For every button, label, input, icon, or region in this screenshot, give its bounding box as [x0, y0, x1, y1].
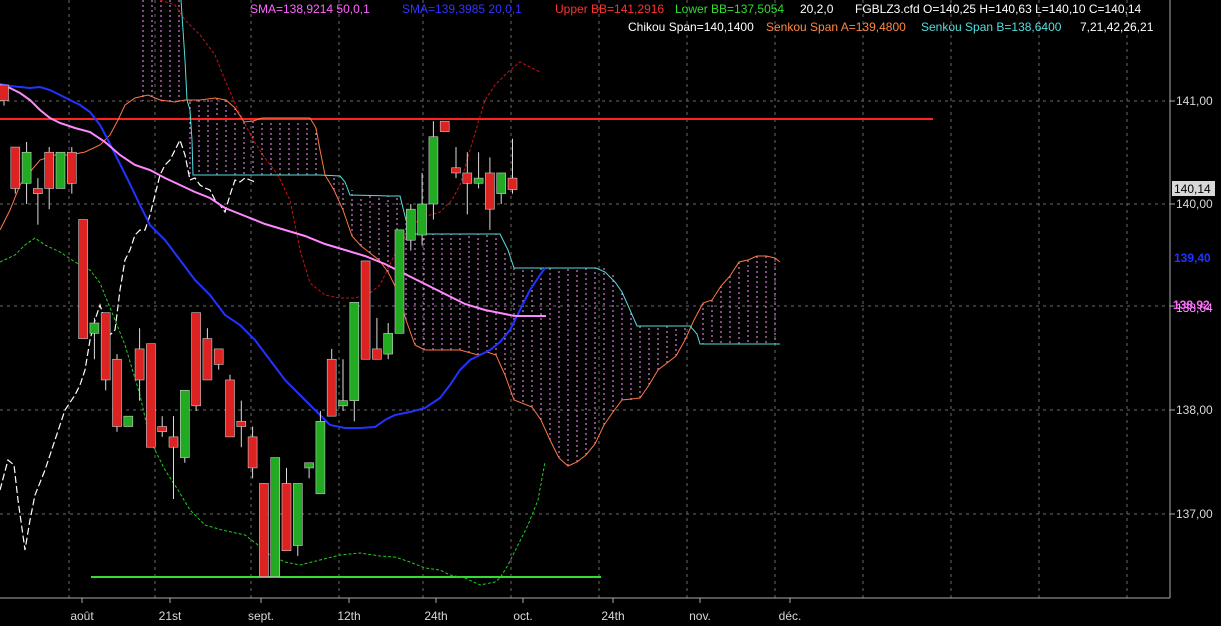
candle-down: [451, 167, 461, 174]
candle-down: [78, 219, 88, 339]
candle-up: [270, 457, 281, 577]
candles-layer: [0, 84, 518, 577]
x-tick-label: oct.: [513, 609, 532, 623]
candle-up: [417, 203, 427, 236]
y-tick-label: 140,00: [1176, 197, 1213, 211]
candle-down: [236, 421, 247, 427]
candle-down: [213, 348, 224, 365]
candle-down: [157, 426, 167, 432]
x-tick-label: 24th: [601, 609, 624, 623]
candle-up: [473, 177, 484, 184]
senkou-b-readout: Senkou Span B=138,6400: [921, 20, 1062, 34]
candle-up: [55, 151, 66, 189]
candle-down: [44, 151, 55, 189]
x-axis: août 21st sept. 12th 24th oct. 24th nov.…: [70, 598, 801, 623]
candle-down: [168, 436, 179, 448]
candle-down: [191, 312, 201, 407]
candle-up: [405, 208, 416, 241]
candle-down: [259, 483, 269, 577]
candle-up: [338, 400, 348, 407]
ichimoku-params-readout: 7,21,42,26,21: [1080, 20, 1154, 34]
candle-down: [462, 172, 473, 184]
upper-bb-readout: Upper BB=141,2916: [555, 2, 664, 16]
candle-up: [428, 136, 439, 205]
x-tick-label: sept.: [248, 609, 274, 623]
candle-down: [134, 348, 145, 381]
candle-down: [202, 338, 213, 381]
indicator-header: SMA=138,9214 50,0,1 SMA=139,3985 20,0,1 …: [250, 2, 1154, 34]
sma20-tag: 139,40: [1174, 251, 1211, 265]
candle-up: [394, 229, 405, 334]
x-tick-label: août: [70, 609, 94, 623]
candle-down: [485, 172, 495, 210]
candle-up: [292, 483, 303, 546]
candle-down: [247, 436, 258, 469]
candle-down: [372, 348, 382, 360]
x-tick-label: 12th: [337, 609, 360, 623]
candle-up: [123, 415, 134, 427]
candle-down: [33, 188, 43, 194]
bb-params-readout: 20,2,0: [800, 2, 834, 16]
x-tick-label: 24th: [424, 609, 447, 623]
x-tick-label: 21st: [159, 609, 182, 623]
grid-layer: [0, 0, 1170, 598]
y-tick-label: 138,00: [1176, 403, 1213, 417]
sma20-readout: SMA=139,3985 20,0,1: [402, 2, 522, 16]
chikou-readout: Chikou Span=140,1400: [628, 20, 754, 34]
candle-down: [100, 312, 111, 381]
candle-up: [304, 462, 314, 469]
candle-up: [89, 322, 100, 334]
sma50-readout: SMA=138,9214 50,0,1: [250, 2, 370, 16]
candle-down: [326, 358, 337, 417]
candle-down: [67, 151, 77, 184]
candle-up: [496, 172, 507, 194]
x-tick-label: déc.: [779, 609, 802, 623]
candle-up: [315, 421, 326, 495]
sma50-tag: 138,92: [1173, 298, 1210, 312]
y-tick-label: 141,00: [1176, 94, 1213, 108]
candle-down: [360, 260, 371, 360]
senkou-a-readout: Senkou Span A=139,4800: [766, 20, 906, 34]
instrument-ohlc-readout: FGBLZ3.cfd O=140,25 H=140,63 L=140,10 C=…: [855, 2, 1142, 16]
candle-down: [10, 146, 21, 189]
candle-down: [112, 358, 122, 427]
candle-up: [349, 302, 360, 401]
y-tick-label: 137,00: [1176, 507, 1213, 521]
lower-bb-readout: Lower BB=137,5054: [675, 2, 784, 16]
candle-down: [281, 483, 292, 552]
candle-up: [21, 151, 32, 184]
senkou-b-line: [180, 0, 780, 345]
candle-up: [383, 333, 394, 355]
x-tick-label: nov.: [689, 609, 711, 623]
kumo-cloud-fill: [142, 0, 776, 466]
candle-up: [180, 389, 190, 458]
candle-down: [225, 379, 235, 438]
candle-down: [439, 120, 450, 132]
candle-down: [146, 343, 156, 448]
last-close-tag: 140,14: [1174, 182, 1211, 196]
candle-down: [507, 177, 518, 190]
price-chart[interactable]: 141,00 140,00 138,00 137,00 140,14 139,4…: [0, 0, 1221, 626]
candle-down: [0, 84, 9, 101]
